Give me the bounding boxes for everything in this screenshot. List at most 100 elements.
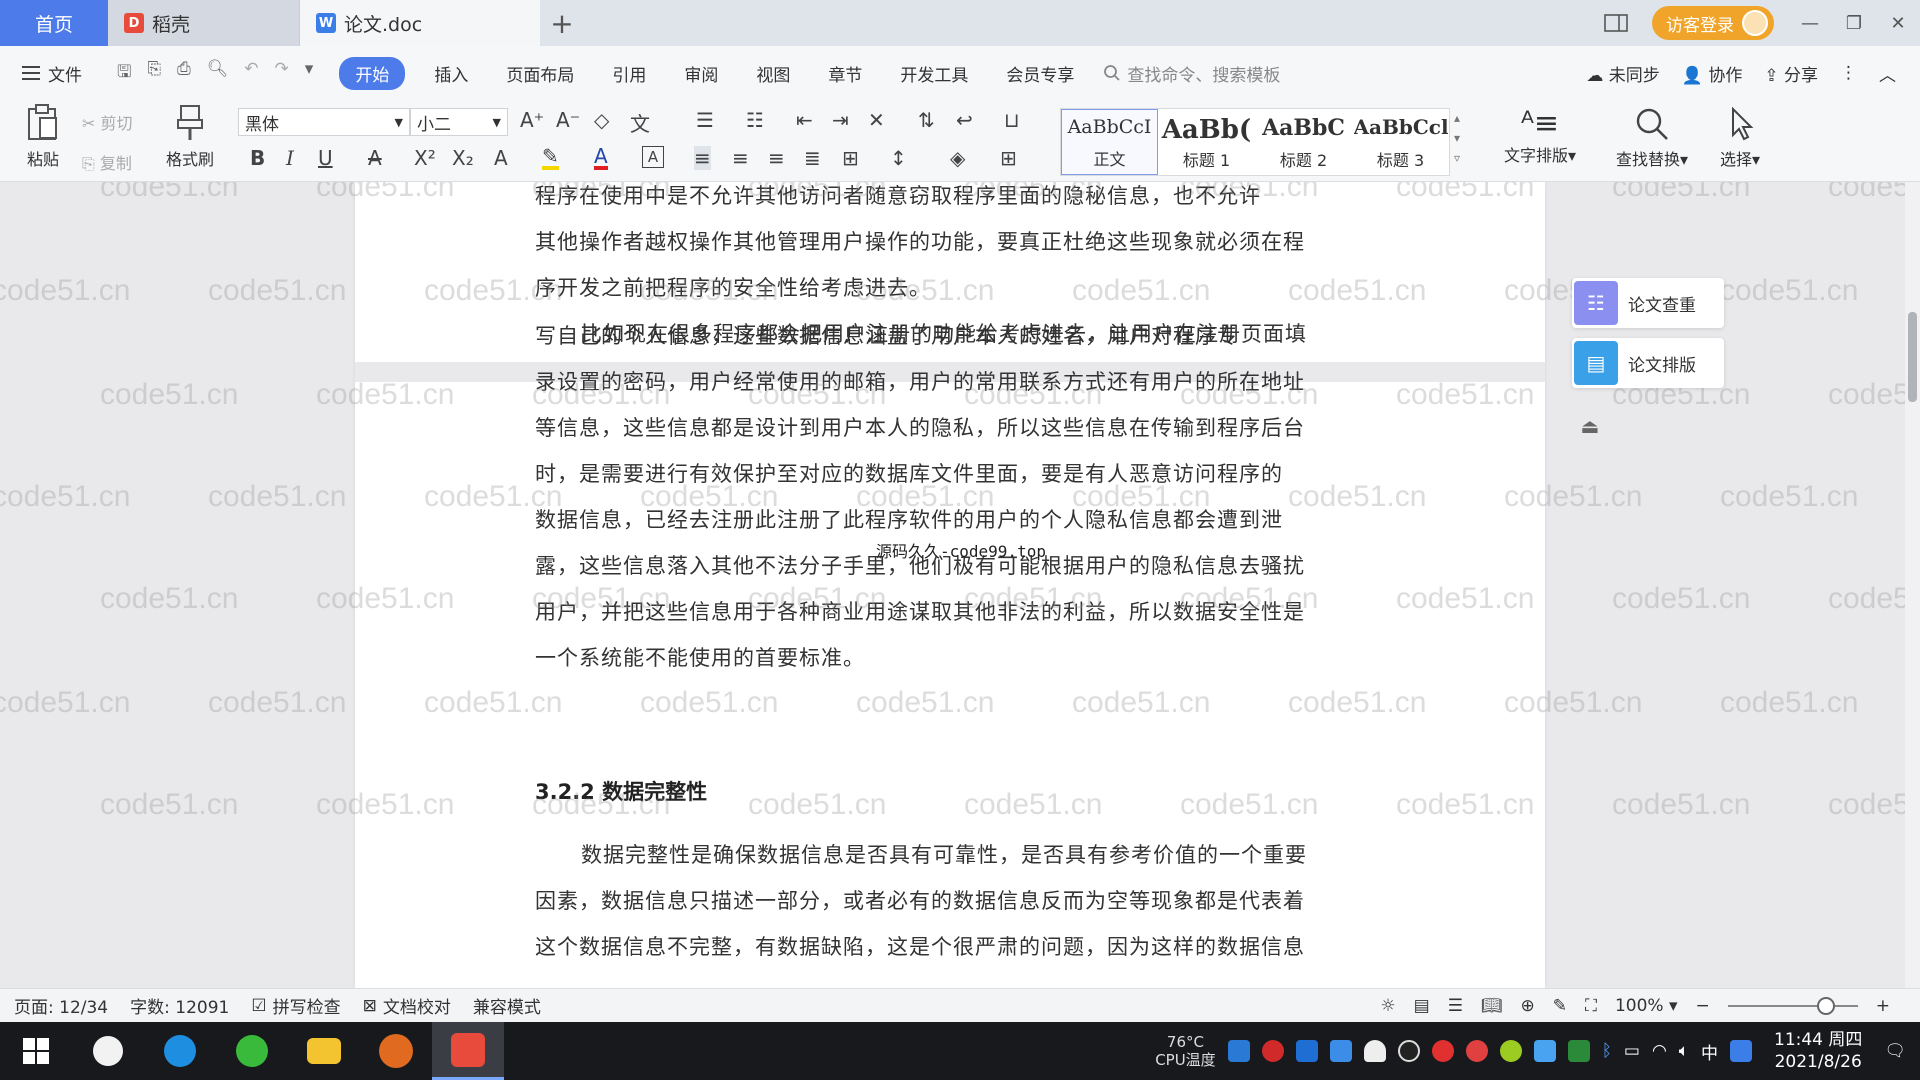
save-icon[interactable]: 🖫 bbox=[117, 59, 131, 88]
section-heading[interactable]: 3.2.2 数据完整性 bbox=[535, 776, 707, 806]
font-size-select[interactable]: 小二 ▼ bbox=[410, 108, 508, 136]
tray-app-icon[interactable] bbox=[1295, 1040, 1318, 1062]
style-normal[interactable]: AaBbCcI 正文 bbox=[1061, 109, 1158, 175]
align-left-icon[interactable]: ≡ bbox=[694, 146, 711, 170]
paragraph-section[interactable]: 数据完整性是确保数据信息是否具有可靠性，是否具有参考价值的一个重要 因素，数据信… bbox=[535, 832, 1365, 970]
reading-view-icon[interactable]: 📖︎ bbox=[1481, 996, 1503, 1016]
justify-icon[interactable]: ≣ bbox=[804, 146, 821, 170]
proofread-button[interactable]: ⊠ 文档校对 bbox=[363, 993, 451, 1019]
tray-app-icon[interactable] bbox=[1431, 1040, 1454, 1062]
outline-view-icon[interactable]: ☰ bbox=[1448, 996, 1463, 1016]
tab-home[interactable]: 首页 bbox=[0, 0, 108, 46]
print-preview-icon[interactable]: 🔍︎ bbox=[207, 59, 229, 88]
sync-button[interactable]: ☁ 未同步 bbox=[1586, 61, 1659, 86]
more-icon[interactable]: ⋮ bbox=[1840, 63, 1857, 83]
highlight-icon[interactable]: ✎ bbox=[542, 146, 559, 170]
output-icon[interactable]: ⎘ bbox=[147, 59, 161, 88]
clock[interactable]: 11:44 周四 2021/8/26 bbox=[1774, 1029, 1862, 1073]
select-button[interactable]: 选择▾ bbox=[1708, 106, 1772, 170]
bullet-list-icon[interactable]: ☰ bbox=[696, 108, 714, 132]
tray-app-icon[interactable] bbox=[1499, 1040, 1522, 1062]
collapse-ribbon-icon[interactable]: ︿ bbox=[1879, 61, 1896, 86]
tray-app-icon[interactable] bbox=[1261, 1040, 1284, 1062]
collapse-panel-icon[interactable]: ⏏ bbox=[1575, 414, 1605, 444]
close-icon[interactable]: ✕ bbox=[1876, 0, 1920, 46]
style-heading-3[interactable]: AaBbCcl 标题 3 bbox=[1352, 109, 1449, 175]
volume-icon[interactable]: 🔈︎ bbox=[1679, 1041, 1689, 1061]
word-count[interactable]: 字数: 12091 bbox=[130, 993, 229, 1018]
shading-icon[interactable]: ◈ bbox=[950, 146, 965, 170]
start-button[interactable] bbox=[0, 1022, 72, 1080]
menu-item-references[interactable]: 引用 bbox=[593, 61, 665, 86]
copy-button[interactable]: ⎘ 复制 bbox=[82, 150, 132, 174]
taskbar-360-browser[interactable] bbox=[216, 1022, 288, 1080]
layout-switch-icon[interactable] bbox=[1594, 0, 1638, 46]
tray-app-icon[interactable] bbox=[1533, 1040, 1556, 1062]
strikethrough-button[interactable]: A bbox=[368, 146, 382, 170]
file-menu[interactable]: 文件 bbox=[0, 61, 101, 86]
menu-item-view[interactable]: 视图 bbox=[737, 61, 809, 86]
subscript-button[interactable]: X₂ bbox=[452, 146, 474, 170]
tab-ruler-icon[interactable]: ⊔ bbox=[1004, 108, 1020, 132]
write-view-icon[interactable]: ✎ bbox=[1553, 996, 1567, 1016]
chinese-layout-icon[interactable]: ✕ bbox=[868, 108, 885, 132]
wifi-icon[interactable]: ◠ bbox=[1652, 1041, 1667, 1061]
cpu-temperature[interactable]: 76°C CPU温度 bbox=[1155, 1033, 1216, 1069]
tray-app-icon[interactable] bbox=[1227, 1040, 1250, 1062]
paste-button[interactable]: 粘贴 bbox=[18, 104, 68, 170]
scrollbar-thumb[interactable] bbox=[1908, 312, 1917, 402]
taskbar-ie[interactable] bbox=[144, 1022, 216, 1080]
italic-button[interactable]: I bbox=[286, 146, 294, 170]
text-effect-icon[interactable]: A bbox=[494, 146, 508, 170]
bluetooth-icon[interactable]: ᛒ bbox=[1602, 1041, 1612, 1061]
zoom-out-button[interactable]: − bbox=[1696, 996, 1710, 1016]
paragraph-page2[interactable]: 写自己的个人信息，这些数据信息涵盖了用户本人的姓名，用户对程序专 录设置的密码，… bbox=[535, 313, 1365, 681]
menu-item-start[interactable]: 开始 bbox=[339, 56, 406, 90]
sort-icon[interactable]: ⇅ bbox=[918, 108, 935, 132]
numbered-list-icon[interactable]: ☷ bbox=[746, 108, 764, 132]
menu-item-chapter[interactable]: 章节 bbox=[809, 61, 881, 86]
web-view-icon[interactable]: ⊕ bbox=[1521, 996, 1535, 1016]
eye-protection-icon[interactable]: ☼ bbox=[1380, 996, 1395, 1016]
input-method-icon[interactable] bbox=[1730, 1040, 1752, 1062]
page-indicator[interactable]: 页面: 12/34 bbox=[14, 993, 108, 1018]
shield-icon[interactable] bbox=[1329, 1040, 1352, 1062]
document-canvas[interactable]: 程序在使用中是不允许其他访问者随意窃取程序里面的隐秘信息，也不允许 其他操作者越… bbox=[0, 182, 1920, 988]
cut-button[interactable]: ✂ 剪切 bbox=[82, 110, 133, 134]
borders-icon[interactable]: ⊞ bbox=[1000, 146, 1017, 170]
taskbar-file-explorer[interactable] bbox=[288, 1022, 360, 1080]
underline-button[interactable]: U bbox=[318, 146, 333, 170]
customize-chevron-icon[interactable]: ▾ bbox=[305, 59, 314, 88]
grow-font-icon[interactable]: A⁺ bbox=[520, 108, 544, 132]
zoom-slider-knob[interactable] bbox=[1816, 996, 1835, 1015]
char-border-icon[interactable]: A bbox=[642, 146, 664, 168]
command-search[interactable]: 查找命令、搜索模板 bbox=[1103, 61, 1280, 86]
align-center-icon[interactable]: ≡ bbox=[732, 146, 749, 170]
paper-layout-button[interactable]: ▤ 论文排版 bbox=[1572, 338, 1724, 388]
print-icon[interactable]: ⎙ bbox=[177, 59, 191, 88]
menu-item-member[interactable]: 会员专享 bbox=[987, 61, 1093, 86]
increase-indent-icon[interactable]: ⇥ bbox=[832, 108, 849, 132]
zoom-slider[interactable] bbox=[1727, 996, 1858, 1015]
qq-icon[interactable] bbox=[1397, 1040, 1420, 1062]
restore-icon[interactable]: ❐ bbox=[1832, 0, 1876, 46]
show-marks-icon[interactable]: ↩ bbox=[956, 108, 973, 132]
font-name-select[interactable]: 黑体 ▼ bbox=[238, 108, 410, 136]
tab-daoke[interactable]: D 稻壳 bbox=[108, 0, 300, 46]
tray-app-icon[interactable] bbox=[1465, 1040, 1488, 1062]
font-color-icon[interactable]: A bbox=[594, 146, 608, 170]
collaborate-button[interactable]: 👤 协作 bbox=[1682, 61, 1743, 86]
notification-bell-icon[interactable] bbox=[1363, 1040, 1386, 1062]
bold-button[interactable]: B bbox=[250, 146, 265, 170]
menu-item-developer[interactable]: 开发工具 bbox=[881, 61, 987, 86]
style-heading-1[interactable]: AaBb( 标题 1 bbox=[1158, 109, 1255, 175]
find-replace-button[interactable]: 查找替换▾ bbox=[1600, 106, 1704, 170]
taskbar-game-app[interactable] bbox=[360, 1022, 432, 1080]
undo-icon[interactable]: ↶ bbox=[244, 59, 258, 88]
distribute-icon[interactable]: ⊞ bbox=[842, 146, 859, 170]
zoom-level[interactable]: 100% ▾ bbox=[1615, 996, 1678, 1016]
zoom-in-button[interactable]: + bbox=[1876, 996, 1890, 1016]
style-heading-2[interactable]: AaBbC 标题 2 bbox=[1255, 109, 1352, 175]
paper-check-button[interactable]: ☷ 论文查重 bbox=[1572, 278, 1724, 328]
phonetic-guide-icon[interactable]: 文 bbox=[630, 108, 650, 137]
